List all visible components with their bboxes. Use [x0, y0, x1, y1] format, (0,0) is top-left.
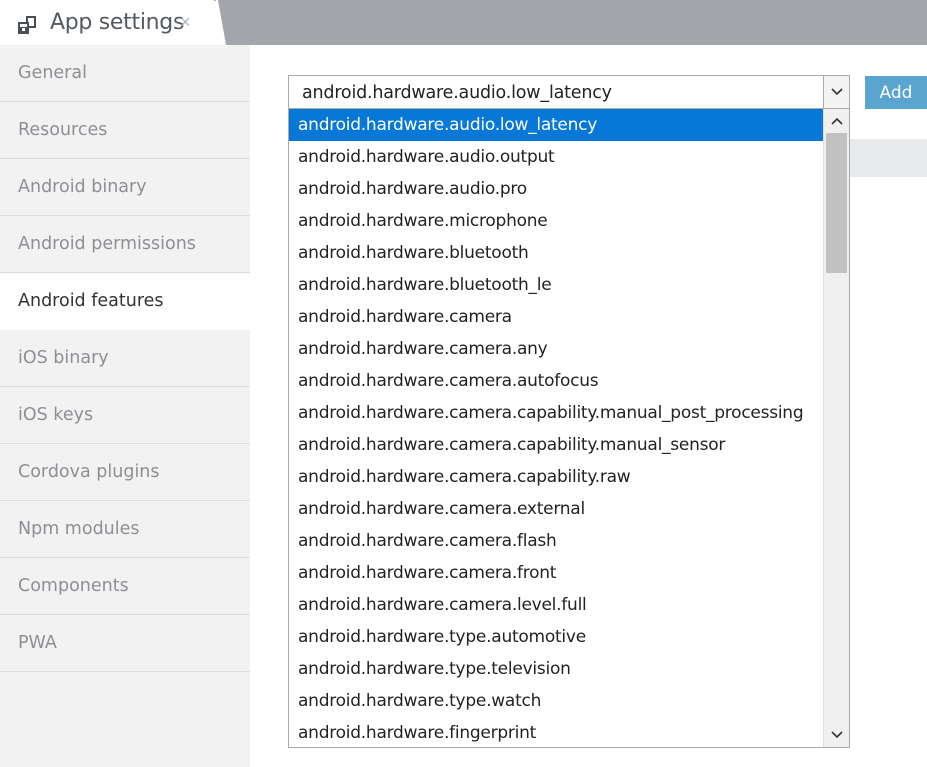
tab-title: App settings — [50, 10, 185, 35]
chevron-down-icon — [830, 731, 843, 739]
chevron-up-icon — [830, 117, 843, 125]
feature-dropdown-list: android.hardware.audio.low_latency androi… — [288, 108, 850, 748]
tab-app-settings[interactable]: App settings × — [0, 0, 218, 45]
scroll-thumb[interactable] — [826, 133, 847, 273]
sidebar-item-general[interactable]: General — [0, 45, 250, 102]
sidebar-item-label: Components — [18, 576, 129, 596]
dropdown-option[interactable]: android.hardware.microphone — [289, 205, 824, 237]
tab-bar: App settings × — [0, 0, 927, 45]
dropdown-option[interactable]: android.hardware.type.television — [289, 653, 824, 685]
sidebar-item-resources[interactable]: Resources — [0, 102, 250, 159]
sidebar-item-android-features[interactable]: Android features — [0, 273, 250, 330]
sidebar-item-label: General — [18, 63, 87, 83]
dropdown-option[interactable]: android.hardware.camera.autofocus — [289, 365, 824, 397]
dropdown-scrollbar[interactable] — [823, 109, 849, 747]
sidebar-item-label: iOS keys — [18, 405, 94, 425]
dropdown-option[interactable]: android.hardware.camera.capability.manua… — [289, 429, 824, 461]
dropdown-option[interactable]: android.hardware.audio.low_latency — [289, 109, 824, 141]
sidebar: General Resources Android binary Android… — [0, 45, 250, 767]
app-settings-icon — [18, 16, 36, 34]
close-icon[interactable]: × — [180, 12, 191, 33]
sidebar-item-cordova-plugins[interactable]: Cordova plugins — [0, 444, 250, 501]
dropdown-option[interactable]: android.hardware.camera.any — [289, 333, 824, 365]
scroll-up-button[interactable] — [824, 109, 849, 133]
dropdown-option[interactable]: android.hardware.fingerprint — [289, 717, 824, 747]
table-header-band — [850, 139, 927, 177]
sidebar-item-android-permissions[interactable]: Android permissions — [0, 216, 250, 273]
dropdown-option[interactable]: android.hardware.audio.pro — [289, 173, 824, 205]
feature-select[interactable]: android.hardware.audio.low_latency — [288, 75, 850, 109]
add-button[interactable]: Add — [865, 76, 927, 109]
sidebar-item-label: PWA — [18, 633, 57, 653]
sidebar-item-ios-keys[interactable]: iOS keys — [0, 387, 250, 444]
dropdown-option[interactable]: android.hardware.type.watch — [289, 685, 824, 717]
main-content: android.hardware.audio.low_latency Add a… — [250, 45, 927, 767]
sidebar-item-label: Android permissions — [18, 234, 196, 254]
sidebar-item-label: Npm modules — [18, 519, 140, 539]
dropdown-option[interactable]: android.hardware.camera.front — [289, 557, 824, 589]
option-list: android.hardware.audio.low_latency androi… — [289, 109, 824, 747]
scroll-down-button[interactable] — [824, 723, 849, 747]
sidebar-item-label: Android features — [18, 291, 164, 311]
dropdown-option[interactable]: android.hardware.bluetooth — [289, 237, 824, 269]
sidebar-item-android-binary[interactable]: Android binary — [0, 159, 250, 216]
sidebar-item-npm-modules[interactable]: Npm modules — [0, 501, 250, 558]
sidebar-item-components[interactable]: Components — [0, 558, 250, 615]
dropdown-option[interactable]: android.hardware.bluetooth_le — [289, 269, 824, 301]
dropdown-option[interactable]: android.hardware.camera.external — [289, 493, 824, 525]
sidebar-item-label: Android binary — [18, 177, 147, 197]
sidebar-item-label: iOS binary — [18, 348, 109, 368]
dropdown-option[interactable]: android.hardware.camera.capability.manua… — [289, 397, 824, 429]
dropdown-option[interactable]: android.hardware.camera — [289, 301, 824, 333]
sidebar-item-ios-binary[interactable]: iOS binary — [0, 330, 250, 387]
dropdown-option[interactable]: android.hardware.camera.capability.raw — [289, 461, 824, 493]
dropdown-toggle-button[interactable] — [823, 76, 849, 108]
sidebar-item-label: Cordova plugins — [18, 462, 160, 482]
dropdown-option[interactable]: android.hardware.camera.level.full — [289, 589, 824, 621]
chevron-down-icon — [830, 88, 843, 96]
dropdown-option[interactable]: android.hardware.type.automotive — [289, 621, 824, 653]
dropdown-option[interactable]: android.hardware.audio.output — [289, 141, 824, 173]
feature-select-value: android.hardware.audio.low_latency — [302, 83, 612, 103]
dropdown-option[interactable]: android.hardware.camera.flash — [289, 525, 824, 557]
sidebar-item-pwa[interactable]: PWA — [0, 615, 250, 672]
sidebar-item-label: Resources — [18, 120, 108, 140]
